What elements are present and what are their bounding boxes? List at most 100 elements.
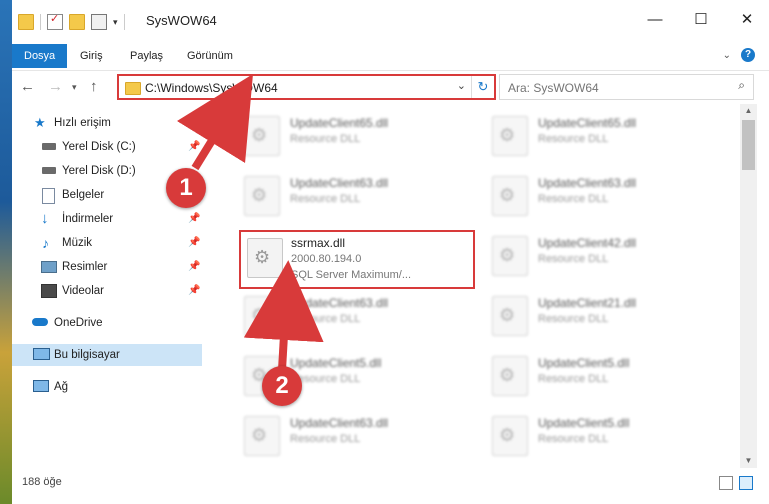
file-item[interactable]: UpdateClient42.dll Resource DLL	[476, 226, 712, 278]
file-name: UpdateClient5.dll	[538, 356, 630, 370]
search-box[interactable]: ⌕	[499, 74, 754, 100]
sidebar-item-this-pc[interactable]: Bu bilgisayar	[12, 344, 202, 366]
file-description: Resource DLL	[538, 253, 609, 265]
pin-icon[interactable]: 📌	[188, 280, 200, 302]
search-icon: ⌕	[738, 78, 745, 92]
close-button[interactable]: ✕	[724, 8, 769, 32]
file-item[interactable]: UpdateClient63.dll Resource DLL	[228, 406, 464, 458]
file-item[interactable]: UpdateClient21.dll Resource DLL	[476, 286, 712, 338]
pictures-icon	[41, 261, 57, 273]
tab-share[interactable]: Paylaş	[130, 44, 163, 68]
file-description: Resource DLL	[538, 133, 609, 145]
sidebar-item-label: Müzik	[62, 237, 93, 249]
folder-icon	[125, 82, 141, 95]
file-item-ssrmax[interactable]: ssrmax.dll 2000.80.194.0 SQL Server Maxi…	[239, 230, 475, 289]
dll-file-icon	[492, 416, 528, 456]
file-description: Resource DLL	[538, 373, 609, 385]
file-name: UpdateClient65.dll	[538, 116, 637, 130]
dll-file-icon	[247, 238, 283, 278]
file-item[interactable]: UpdateClient5.dll Resource DLL	[476, 346, 712, 398]
file-item[interactable]: UpdateClient5.dll Resource DLL	[476, 406, 712, 458]
scrollbar-thumb[interactable]	[742, 120, 755, 170]
details-view-icon[interactable]	[719, 476, 733, 490]
address-bar[interactable]: C:\Windows\SysWOW64 ⌄ ↻	[117, 74, 496, 100]
pin-icon[interactable]: 📌	[188, 136, 200, 158]
pin-icon[interactable]: 📌	[188, 208, 200, 230]
file-description: Resource DLL	[538, 433, 609, 445]
file-item[interactable]: UpdateClient65.dll Resource DLL	[476, 106, 712, 158]
file-name: UpdateClient42.dll	[538, 236, 637, 250]
sidebar-item-pictures[interactable]: Resimler 📌	[12, 256, 202, 278]
file-description: Resource DLL	[290, 313, 361, 325]
network-icon	[33, 380, 49, 392]
file-list: UpdateClient65.dll Resource DLL UpdateCl…	[214, 104, 740, 468]
file-name: ssrmax.dll	[291, 236, 346, 250]
dll-file-icon	[244, 116, 280, 156]
scroll-down-arrow-icon[interactable]: ▼	[740, 454, 757, 468]
sidebar-item-network[interactable]: Ağ	[12, 376, 202, 398]
sidebar-item-label: Resimler	[62, 261, 108, 273]
forward-arrow-icon[interactable]: →	[48, 78, 63, 95]
properties-icon[interactable]	[91, 14, 107, 30]
vertical-scrollbar[interactable]: ▲ ▼	[740, 104, 757, 468]
sidebar-item-music[interactable]: ♪ Müzik 📌	[12, 232, 202, 254]
file-version: 2000.80.194.0	[291, 253, 362, 265]
file-name: UpdateClient63.dll	[290, 296, 389, 310]
sidebar-item-label: OneDrive	[54, 317, 103, 329]
music-icon: ♪	[42, 235, 49, 251]
tab-view[interactable]: Görünüm	[187, 44, 233, 68]
file-name: UpdateClient21.dll	[538, 296, 637, 310]
minimize-button[interactable]: —	[632, 8, 678, 32]
drive-icon	[42, 143, 56, 150]
back-arrow-icon[interactable]: ←	[20, 78, 35, 95]
file-name: UpdateClient65.dll	[290, 116, 389, 130]
dll-file-icon	[492, 296, 528, 336]
quick-access-toolbar: ▾	[18, 12, 125, 30]
toolbar-divider	[123, 14, 125, 30]
sidebar-item-label: İndirmeler	[62, 213, 114, 225]
window-title: SysWOW64	[146, 13, 217, 28]
dll-file-icon	[244, 416, 280, 456]
help-icon[interactable]: ?	[741, 48, 755, 62]
dll-file-icon	[492, 116, 528, 156]
large-icons-view-icon[interactable]	[739, 476, 753, 490]
sidebar-item-downloads[interactable]: ↓ İndirmeler 📌	[12, 208, 202, 230]
file-explorer-window: ▾ SysWOW64 — ☐ ✕ Dosya Giriş Paylaş Görü…	[12, 0, 769, 504]
sidebar-item-quick-access[interactable]: ★ Hızlı erişim	[12, 112, 202, 134]
expand-ribbon-chevron-icon[interactable]: ⌄	[723, 50, 731, 61]
dll-file-icon	[244, 296, 280, 336]
file-description: Resource DLL	[290, 133, 361, 145]
sidebar-item-label: Yerel Disk (C:)	[62, 141, 136, 153]
properties-check-icon[interactable]	[47, 12, 63, 30]
sidebar-item-drive-c[interactable]: Yerel Disk (C:) 📌	[12, 136, 202, 158]
pin-icon[interactable]: 📌	[188, 232, 200, 254]
dll-file-icon	[244, 176, 280, 216]
pin-icon[interactable]: 📌	[188, 256, 200, 278]
tab-file[interactable]: Dosya	[12, 44, 68, 68]
maximize-button[interactable]: ☐	[678, 8, 724, 32]
file-item[interactable]: UpdateClient63.dll Resource DLL	[228, 166, 464, 218]
new-folder-icon[interactable]	[69, 14, 85, 30]
dll-file-icon	[492, 176, 528, 216]
scroll-up-arrow-icon[interactable]: ▲	[740, 104, 757, 118]
sidebar-item-videos[interactable]: Videolar 📌	[12, 280, 202, 302]
navigation-pane: ★ Hızlı erişim Yerel Disk (C:) 📌 Yerel D…	[12, 104, 202, 468]
tab-home[interactable]: Giriş	[80, 44, 103, 68]
sidebar-item-label: Videolar	[62, 285, 104, 297]
search-input[interactable]	[506, 76, 710, 100]
address-dropdown-chevron-icon[interactable]: ⌄	[457, 79, 466, 92]
cloud-icon	[32, 318, 48, 326]
recent-locations-chevron-icon[interactable]: ▾	[72, 82, 77, 93]
status-bar: 188 öğe	[12, 472, 769, 494]
file-item[interactable]: UpdateClient63.dll Resource DLL	[476, 166, 712, 218]
refresh-icon[interactable]: ↻	[471, 76, 494, 98]
video-icon	[41, 284, 57, 298]
file-description: Resource DLL	[290, 433, 361, 445]
file-name: UpdateClient63.dll	[290, 176, 389, 190]
customize-toolbar-chevron-icon[interactable]: ▾	[113, 17, 118, 28]
up-arrow-icon[interactable]: ↑	[90, 78, 98, 95]
file-item[interactable]: UpdateClient65.dll Resource DLL	[228, 106, 464, 158]
sidebar-item-onedrive[interactable]: OneDrive	[12, 312, 202, 334]
address-path[interactable]: C:\Windows\SysWOW64	[145, 81, 278, 95]
file-item[interactable]: UpdateClient63.dll Resource DLL	[228, 286, 464, 338]
